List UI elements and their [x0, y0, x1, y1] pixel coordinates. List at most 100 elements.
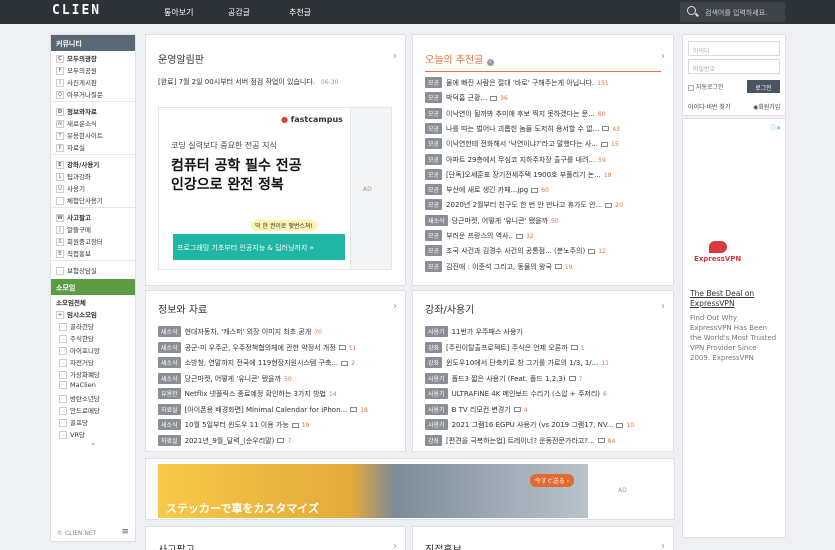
list-item[interactable]: 새소식 현대자동차, '캐스퍼' 외장 이미지 최초 공개 70	[158, 326, 388, 338]
item-title: 조국 사건과 김경수 사건의 공통점... (분노주의)	[446, 247, 586, 256]
sidebar-item[interactable]: I 사진게시판	[51, 75, 135, 87]
chevron-right-icon[interactable]: ›	[393, 51, 397, 62]
list-item[interactable]: 사용기 B TV 리모컨 변경기 4	[425, 403, 655, 416]
notice-item[interactable]: [완료] 7월 2일 00시부터 서버 점검 작업이 있습니다. 06-30	[158, 77, 388, 89]
list-item[interactable]: 자료실 [아이폰용 배경화면] Minimal Calendar for iPho…	[158, 403, 388, 416]
list-item[interactable]: 사용기 11번가 우주패스 사용기	[425, 326, 655, 338]
sidebar-item[interactable]: J 알뜰구매	[51, 222, 135, 234]
list-item[interactable]: 사용기 폴드3 짧은 사용기 (Feat. 폴드 1,2,3) 7	[425, 372, 655, 385]
ad2-button[interactable]: 今すぐ送る ›	[529, 474, 574, 487]
signup-link[interactable]: ◉회원가입	[753, 102, 780, 111]
left-sidebar: 커뮤니티 C 모두의광장 F 모두의공원 I 사진게시판 Q 아무거나질문 D 정보와자료 N 새로운…	[50, 34, 136, 542]
list-item[interactable]: 모공 조국 사건과 김경수 사건의 공통점... (분노주의) 12	[425, 245, 655, 257]
auto-login-checkbox[interactable]: 자동로그인	[688, 82, 724, 91]
list-item[interactable]: 사용기 ULTRAFINE 4K 메인보드 수리기 (스압 + 주저리) 6	[425, 388, 655, 400]
info-icon[interactable]: i	[486, 59, 494, 66]
somoim-item[interactable]: · 자전거당	[51, 355, 135, 367]
sidebar-item[interactable]: T 유용한사이트	[51, 128, 135, 140]
chevron-right-icon[interactable]: ›	[661, 301, 665, 312]
info-title[interactable]: 정보와 자료	[158, 301, 207, 316]
somoim-item[interactable]: · 주식한당	[51, 331, 135, 343]
somoim-item[interactable]: · 골라건당	[51, 319, 135, 331]
bottom-ad[interactable]: ステッカーで車をカスタマイズ 今すぐ送る › AD	[145, 458, 675, 520]
nav-browse[interactable]: 톺아보기	[164, 7, 193, 18]
market-title[interactable]: 사고팔고	[158, 541, 195, 550]
list-item[interactable]: 모공 부러운 프랑스의 역사.. 32	[425, 230, 655, 242]
sidebar-community-head[interactable]: 커뮤니티	[51, 35, 135, 51]
fastcampus-ad[interactable]: ● fastcampus 코딩 실력보다 중요한 전공 지식 컴퓨터 공학 필수…	[158, 107, 351, 270]
list-item[interactable]: 사용기 2021 그램16 EGPU 사용기 (vs 2019 그램17, NV.…	[425, 419, 655, 431]
list-item[interactable]: 새소식 당근마켓, 어떻게 '유니콘' 됐을까 50	[158, 372, 388, 385]
list-item[interactable]: 모공 물에 빠진 사람은 절대 '바로' 구해주는게 아닙니다. 151	[425, 77, 655, 89]
password-field[interactable]: 비밀번호	[688, 59, 780, 74]
somoim-item[interactable]: · 아이포니앙	[51, 343, 135, 355]
list-item[interactable]: 새소식 소방청, 연말까지 전국에 119현장지원시스템 구축... 2	[158, 357, 388, 369]
adchoices-icon[interactable]: ⓘ✕	[770, 123, 781, 132]
sidebar-item[interactable]: · 체험단사용기	[51, 193, 135, 205]
somoim-item[interactable]: · 안드로메당	[51, 403, 135, 415]
ad-cta[interactable]: 프로그래밍 기초부터 인공지능 & 딥러닝까지 »	[173, 234, 345, 260]
sidebar-item[interactable]: · 보험상담실	[51, 263, 135, 275]
chevron-right-icon[interactable]: ›	[393, 541, 397, 550]
somoim-item[interactable]: · 골프당	[51, 415, 135, 427]
nav-likes[interactable]: 공감글	[228, 7, 250, 18]
list-item[interactable]: 모공 박덕흠 근황... 36	[425, 92, 655, 104]
sidebar-somoim-temp[interactable]: + 임시소모임	[51, 307, 135, 319]
list-item[interactable]: 새소식 10월 5일부터 윈도우 11 이용 가능 19	[158, 419, 388, 431]
list-item[interactable]: 유용한 Netflix 넷플릭스 종료예정 확인하는 3가지 방법 14	[158, 388, 388, 400]
list-item[interactable]: 강좌 [주린이탈출프로젝트] 주식은 언제 오른까 1	[425, 341, 655, 354]
sidebar-item[interactable]: U 사용기	[51, 181, 135, 193]
sidebar-item[interactable]: P 자료실	[51, 140, 135, 152]
search-input[interactable]: 검색어를 입력하세요.	[680, 2, 785, 22]
sidebar-item[interactable]: N 새로운소식	[51, 116, 135, 128]
list-item[interactable]: 모공 아파트 29층에서 무심코 지하주차장 출구를 내려... 59	[425, 153, 655, 166]
list-item[interactable]: 자료실 2021년_9월_달력_(순우리말) 7	[158, 434, 388, 447]
sidebar-somoim-all[interactable]: 소모임전체	[51, 295, 135, 307]
list-item[interactable]: 모공 이낙연이 될까봐 추미애 후보 찍지 못하겠다는 문... 60	[425, 107, 655, 120]
list-item[interactable]: 모공 [단독]오세훈표 장기전세주택 1900호 부풀리기 논... 18	[425, 168, 655, 181]
list-item[interactable]: 모공 2020년 2월부터 친구도 한 번 안 만나고 휴가도 안... 20	[425, 199, 655, 211]
ad-headline[interactable]: The Best Deal on ExpressVPN	[690, 289, 778, 309]
ad-banner[interactable]: ステッカーで車をカスタマイズ 今すぐ送る ›	[158, 464, 588, 518]
expressvpn-ad[interactable]: ⓘ✕ ExpressVPN The Best Deal on ExpressVP…	[682, 118, 786, 538]
list-item[interactable]: 새소식 공군-미 우주군, 우주정책협의체에 관한 약정서 개정 11	[158, 341, 388, 354]
sidebar-item[interactable]: L 팁과강좌	[51, 169, 135, 181]
list-item[interactable]: 모공 나를 따는 벌어나 괴롭힌 놈들 도저히 용서할 수 없... 43	[425, 122, 655, 135]
list-item[interactable]: 모공 이낙연한테 전화해서 '낙연이냐?'라고 말했다는 사... 15	[425, 138, 655, 150]
list-item[interactable]: 모공 김진애 : 이준석 그리고, 동물의 왕국 19	[425, 260, 655, 273]
id-field[interactable]: 아이디	[688, 41, 780, 56]
recommend-title[interactable]: 오늘의 추천글 i	[425, 51, 494, 66]
sidebar-item[interactable]: F 모두의공원	[51, 63, 135, 75]
chevron-right-icon[interactable]: ›	[661, 541, 665, 550]
lecture-title[interactable]: 강좌/사용기	[425, 301, 474, 316]
somoim-item[interactable]: · VR당	[51, 427, 135, 439]
list-item[interactable]: 새소식 당근마켓, 어떻게 '유니콘' 됐을까 50	[425, 214, 655, 227]
somoim-item[interactable]: · MaClien	[51, 379, 135, 391]
sidebar-item[interactable]: C 모두의광장	[51, 51, 135, 63]
sidebar-item[interactable]: D 정보와자료	[51, 104, 135, 116]
list-item[interactable]: 강좌 윈도우10에서 단축키로 창 그기를 가로의 1/3, 1/... 11	[425, 357, 655, 369]
search-icon[interactable]	[687, 6, 696, 15]
sidebar-item[interactable]: S 회원중고장터	[51, 234, 135, 246]
chevron-right-icon[interactable]: ›	[393, 301, 397, 312]
list-item[interactable]: 강좌 [편견을 극복하는법] 트레이너? 운동전문가라고?... 84	[425, 434, 655, 447]
item-title: 부러운 프랑스의 역사..	[446, 232, 513, 240]
somoim-item[interactable]: · 방탄소년당	[51, 391, 135, 403]
login-button[interactable]: 로그인	[747, 80, 780, 93]
sidebar-item[interactable]: B 직접홍보	[51, 246, 135, 258]
sidebar-item[interactable]: E 강좌/사용기	[51, 157, 135, 169]
nav-recommended[interactable]: 추천글	[289, 7, 311, 18]
find-account-link[interactable]: 아이디·비번 찾기	[688, 102, 730, 111]
sidebar-item[interactable]: W 사고팔고	[51, 210, 135, 222]
notice-title[interactable]: 운영알림판	[158, 51, 204, 66]
sidebar-item[interactable]: Q 아무거나질문	[51, 87, 135, 99]
somoim-item[interactable]: · 가상화폐당	[51, 367, 135, 379]
site-logo[interactable]: CLIEN	[52, 3, 101, 18]
promo-title[interactable]: 직접홍보	[425, 541, 462, 550]
menu-icon[interactable]: ≡	[121, 527, 129, 537]
expand-icon[interactable]: ⌄	[51, 439, 135, 447]
chevron-right-icon[interactable]: ›	[661, 51, 665, 62]
list-item[interactable]: 모공 부산에 새로 생긴 카페...jpg 60	[425, 184, 655, 196]
sidebar-item-label: 사용기	[67, 185, 85, 193]
sidebar-somoim-head[interactable]: 소모임	[51, 279, 135, 295]
